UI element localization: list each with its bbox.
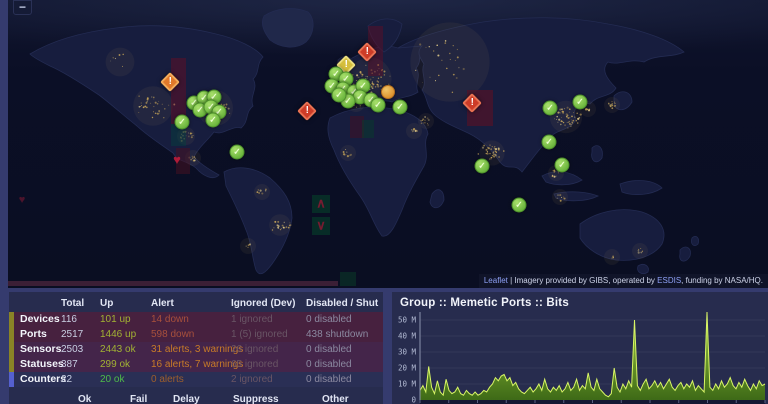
row-label[interactable]: Ports	[9, 327, 61, 342]
status-summary-panel: Total Up Alert Ignored (Dev) Disabled / Shut…	[9, 292, 383, 404]
alert-value[interactable]: 14 down	[151, 312, 231, 327]
total-value[interactable]: 387	[61, 357, 100, 372]
disabled-value[interactable]: 0 disabled	[306, 372, 383, 387]
summary-table-footer: Ok Fail Delay Suppress Other	[9, 391, 383, 404]
svg-text:30 M: 30 M	[398, 348, 417, 357]
total-value[interactable]: 2517	[61, 327, 100, 342]
leaflet-link[interactable]: Leaflet	[484, 276, 508, 285]
status-marker-ok[interactable]: ✓	[392, 99, 408, 115]
chart-title: Group :: Memetic Ports :: Bits	[400, 297, 569, 309]
up-value[interactable]: 1446 up	[100, 327, 151, 342]
up-value[interactable]: 2443 ok	[100, 342, 151, 357]
ignored-value[interactable]: 1 (5) ignored	[231, 327, 306, 342]
total-value[interactable]: 116	[61, 312, 100, 327]
up-value[interactable]: 299 ok	[100, 357, 151, 372]
footer-column-header: Suppress	[233, 394, 279, 404]
status-marker-ok[interactable]: ✓	[205, 112, 221, 128]
disabled-value[interactable]: 0 disabled	[306, 342, 383, 357]
total-value[interactable]: 2503	[61, 342, 100, 357]
table-row: Sensors 2503 2443 ok 31 alerts, 3 warnings 2…	[9, 342, 383, 357]
disabled-value[interactable]: 438 shutdown	[306, 327, 383, 342]
footer-column-header: Other	[322, 394, 349, 404]
map-artifact: ∨	[312, 217, 330, 235]
alert-value[interactable]: 598 down	[151, 327, 231, 342]
svg-text:20 M: 20 M	[398, 364, 417, 373]
ignored-value[interactable]: 2 ignored	[231, 372, 306, 387]
column-header: Disabled / Shut	[306, 298, 379, 309]
svg-text:50 M: 50 M	[398, 316, 417, 325]
status-marker-ok[interactable]: ✓	[474, 158, 490, 174]
status-marker-ok[interactable]: ✓	[229, 144, 245, 160]
attribution-text-end: , funding by NASA/HQ.	[681, 276, 763, 285]
status-marker-ok[interactable]: ✓	[541, 134, 557, 150]
column-header: Alert	[151, 298, 174, 309]
map-artifact	[8, 281, 338, 286]
footer-column-header: Ok	[78, 394, 92, 404]
world-map[interactable]: ♥∧∨♥ !!!!!✓✓✓✓✓✓✓✓✓✓✓✓✓✓✓✓✓✓✓✓✓✓✓✓✓✓✓ − …	[8, 0, 768, 288]
table-row: Devices 116 101 up 14 down 1 ignored 0 disabl…	[9, 312, 383, 327]
esdis-link[interactable]: ESDIS	[657, 276, 681, 285]
up-value[interactable]: 20 ok	[100, 372, 151, 387]
row-label[interactable]: Statuses	[9, 357, 64, 372]
traffic-graph-panel: Group :: Memetic Ports :: Bits 50 M40 M3…	[392, 292, 768, 404]
status-marker-ok[interactable]: ✓	[174, 114, 190, 130]
status-marker-ok[interactable]: ✓	[511, 197, 527, 213]
status-marker-ok[interactable]: ✓	[370, 97, 386, 113]
row-label[interactable]: Counters	[9, 372, 66, 387]
footer-column-header: Fail	[130, 394, 148, 404]
status-marker-ok[interactable]: ✓	[542, 100, 558, 116]
column-header: Total	[61, 298, 85, 309]
attribution-text: | Imagery provided by GIBS, operated by	[507, 276, 658, 285]
footer-column-header: Delay	[173, 394, 200, 404]
map-zoom-out-button[interactable]: −	[13, 0, 32, 15]
up-value[interactable]: 101 up	[100, 312, 151, 327]
table-row: Counters 22 20 ok 0 alerts 2 ignored 0 disabl…	[9, 372, 383, 387]
dashboard: ♥∧∨♥ !!!!!✓✓✓✓✓✓✓✓✓✓✓✓✓✓✓✓✓✓✓✓✓✓✓✓✓✓✓ − …	[0, 0, 768, 404]
svg-text:0: 0	[411, 396, 416, 404]
ignored-value[interactable]: 26 ignored	[231, 342, 306, 357]
alert-value[interactable]: 31 alerts, 3 warnings	[151, 342, 243, 357]
table-row: Ports 2517 1446 up 598 down 1 (5) ignored 438…	[9, 327, 383, 342]
svg-text:10 M: 10 M	[398, 380, 417, 389]
map-artifact	[340, 272, 356, 286]
map-artifact: ♥	[18, 193, 26, 206]
alert-value[interactable]: 16 alerts, 7 warnings	[151, 357, 243, 372]
alert-value[interactable]: 0 alerts	[151, 372, 231, 387]
status-marker-ok[interactable]: ✓	[572, 94, 588, 110]
status-marker-ok[interactable]: ✓	[554, 157, 570, 173]
map-artifact: ∧	[312, 195, 330, 213]
row-label[interactable]: Sensors	[9, 342, 61, 357]
svg-text:40 M: 40 M	[398, 332, 417, 341]
map-attribution: Leaflet | Imagery provided by GIBS, oper…	[478, 274, 768, 288]
summary-table-header: Total Up Alert Ignored (Dev) Disabled / Shut	[9, 295, 383, 312]
table-row: Statuses 387 299 ok 16 alerts, 7 warnings 65…	[9, 357, 383, 372]
traffic-graph[interactable]: 50 M 40 M 30 M 20 M 10 M 0	[392, 310, 768, 404]
status-marker-attention[interactable]	[381, 85, 395, 99]
ignored-value[interactable]: 65 ignored	[231, 357, 306, 372]
disabled-value[interactable]: 0 disabled	[306, 312, 383, 327]
row-label[interactable]: Devices	[9, 312, 61, 327]
total-value[interactable]: 22	[61, 372, 100, 387]
map-artifact: ♥	[173, 152, 181, 168]
ignored-value[interactable]: 1 ignored	[231, 312, 306, 327]
map-artifact	[362, 120, 374, 138]
status-marker-ok[interactable]: ✓	[331, 87, 347, 103]
column-header: Ignored (Dev)	[231, 298, 296, 309]
map-imagery	[8, 0, 768, 275]
disabled-value[interactable]: 0 disabled	[306, 357, 383, 372]
column-header: Up	[100, 298, 114, 309]
